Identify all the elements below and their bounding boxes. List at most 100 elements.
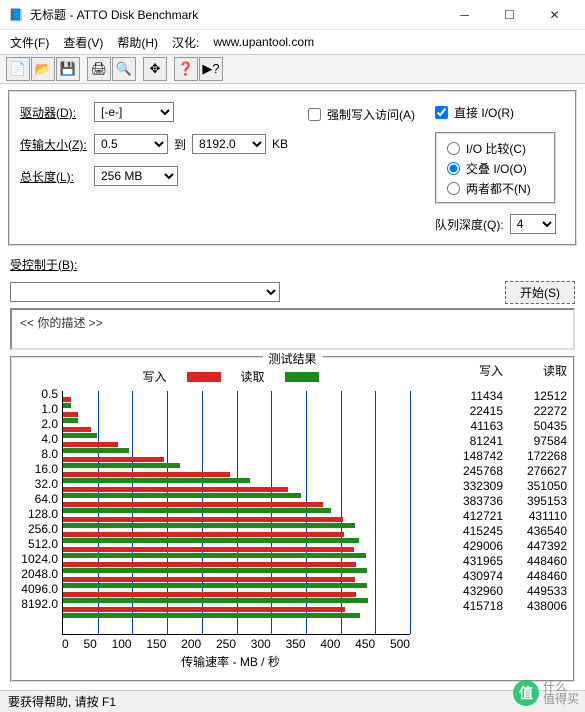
toolbar-btn-6[interactable]: ❓: [174, 57, 198, 81]
bar-read: [63, 433, 97, 438]
toolbar: 📄📂💾 🖨🔍 ✥ ❓▶?: [0, 54, 585, 84]
bar-write: [63, 592, 356, 597]
toolbar-btn-0[interactable]: 📄: [6, 57, 30, 81]
config-panel: 驱动器(D): [-e-] 传输大小(Z): 0.5 到 8192.0 KB 总…: [8, 90, 577, 246]
bar-read: [63, 568, 367, 573]
io-overlap-radio[interactable]: [447, 162, 460, 175]
io-neither-label: 两者都不(N): [466, 180, 531, 197]
bar-write: [63, 502, 323, 507]
len-select[interactable]: 256 MB: [94, 166, 178, 186]
bar-read: [63, 448, 129, 453]
bar-read: [63, 463, 180, 468]
bar-write: [63, 397, 71, 402]
io-mode-group: I/O 比较(C) 交叠 I/O(O) 两者都不(N): [435, 132, 556, 204]
bar-read: [63, 478, 250, 483]
col-read: 读取: [521, 362, 567, 379]
results-caption: 测试结果: [262, 350, 322, 367]
bar-write: [63, 427, 91, 432]
status-text: 要获得帮助, 请按 F1: [8, 693, 116, 710]
xfer-label: 传输大小(Z):: [20, 136, 88, 153]
result-row: 245768276627: [457, 464, 567, 479]
results-panel: 测试结果 写入 读取 0.51.02.04.08.016.032.064.012…: [10, 356, 575, 682]
chart-x-labels: 050100150200250300350400450500: [62, 635, 410, 651]
app-icon: 📘: [8, 7, 24, 23]
io-overlap-label: 交叠 I/O(O): [466, 160, 527, 177]
controlled-label: 受控制于(B):: [10, 256, 78, 273]
result-row: 4116350435: [457, 419, 567, 434]
start-button[interactable]: 开始(S): [505, 281, 575, 304]
chart-area: [62, 391, 410, 635]
watermark-badge: 值: [513, 680, 539, 706]
bar-read: [63, 553, 366, 558]
toolbar-btn-3[interactable]: 🖨: [87, 57, 111, 81]
io-compare-label: I/O 比较(C): [466, 140, 526, 157]
result-row: 8124197584: [457, 434, 567, 449]
xfer-unit: KB: [272, 137, 288, 151]
toolbar-btn-5[interactable]: ✥: [143, 57, 167, 81]
result-row: 148742172268: [457, 449, 567, 464]
status-bar: 要获得帮助, 请按 F1: [0, 690, 585, 712]
menu-file[interactable]: 文件(F): [10, 34, 49, 51]
len-label: 总长度(L):: [20, 168, 88, 185]
bar-read: [63, 418, 78, 423]
xfer-to-select[interactable]: 8192.0: [192, 134, 266, 154]
io-compare-radio[interactable]: [447, 142, 460, 155]
bar-read: [63, 583, 367, 588]
result-row: 415245436540: [457, 524, 567, 539]
bar-write: [63, 547, 354, 552]
legend-read-swatch: [285, 372, 319, 382]
toolbar-btn-1[interactable]: 📂: [31, 57, 55, 81]
menu-view[interactable]: 查看(V): [63, 34, 103, 51]
force-write-checkbox[interactable]: [308, 108, 321, 121]
result-row: 383736395153: [457, 494, 567, 509]
close-button[interactable]: ✕: [532, 1, 577, 29]
legend-read-label: 读取: [241, 368, 265, 385]
bar-write: [63, 577, 355, 582]
col-write: 写入: [457, 362, 503, 379]
window-title: 无标题 - ATTO Disk Benchmark: [30, 6, 442, 23]
bar-read: [63, 493, 301, 498]
toolbar-btn-7[interactable]: ▶?: [199, 57, 223, 81]
result-row: 1143412512: [457, 389, 567, 404]
io-neither-radio[interactable]: [447, 182, 460, 195]
bar-read: [63, 523, 355, 528]
bar-write: [63, 412, 78, 417]
bar-read: [63, 598, 368, 603]
maximize-button[interactable]: ☐: [487, 1, 532, 29]
result-row: 429006447392: [457, 539, 567, 554]
drive-select[interactable]: [-e-]: [94, 102, 174, 122]
toolbar-btn-4[interactable]: 🔍: [112, 57, 136, 81]
bar-write: [63, 562, 356, 567]
bar-read: [63, 403, 71, 408]
bar-write: [63, 532, 344, 537]
result-row: 432960449533: [457, 584, 567, 599]
xfer-to-label: 到: [174, 136, 186, 153]
menu-bar: 文件(F) 查看(V) 帮助(H) 汉化: www.upantool.com: [0, 30, 585, 54]
minimize-button[interactable]: ─: [442, 1, 487, 29]
chart-x-title: 传输速率 - MB / 秒: [18, 653, 443, 670]
result-row: 415718438006: [457, 599, 567, 614]
xfer-from-select[interactable]: 0.5: [94, 134, 168, 154]
direct-io-checkbox[interactable]: [435, 106, 448, 119]
legend-write-swatch: [187, 372, 221, 382]
menu-help[interactable]: 帮助(H): [117, 34, 158, 51]
watermark: 值 什么值得买: [513, 680, 579, 706]
result-row: 332309351050: [457, 479, 567, 494]
queue-select[interactable]: 4: [510, 214, 556, 234]
queue-label: 队列深度(Q):: [435, 216, 504, 233]
toolbar-btn-2[interactable]: 💾: [56, 57, 80, 81]
direct-io-label: 直接 I/O(R): [454, 104, 514, 121]
results-table: 写入 读取 114341251222415222724116350435812419…: [457, 362, 567, 670]
drive-label: 驱动器(D):: [20, 104, 88, 121]
chart-y-labels: 0.51.02.04.08.016.032.064.0128.0256.0512…: [18, 387, 62, 635]
description-box[interactable]: << 你的描述 >>: [10, 308, 575, 350]
bar-write: [63, 472, 230, 477]
controlled-select[interactable]: [10, 282, 280, 302]
result-row: 430974448460: [457, 569, 567, 584]
bar-write: [63, 457, 164, 462]
result-row: 412721431110: [457, 509, 567, 524]
l10n-link[interactable]: www.upantool.com: [213, 35, 314, 49]
bar-write: [63, 607, 345, 612]
result-row: 2241522272: [457, 404, 567, 419]
result-row: 431965448460: [457, 554, 567, 569]
